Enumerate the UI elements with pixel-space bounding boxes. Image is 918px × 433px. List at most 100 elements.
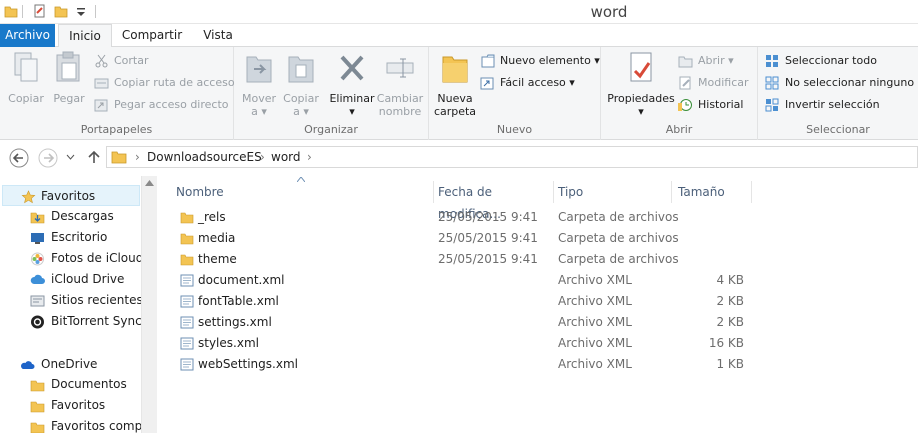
navigation-scrollbar[interactable] [141, 176, 157, 433]
breadcrumb-chevron[interactable]: › [135, 150, 140, 164]
xml-file-icon [180, 358, 194, 371]
group-seleccionar: Seleccionar todo No seleccionar ninguno … [758, 47, 918, 140]
copy-to-button[interactable]: Copiar a ▾ [280, 51, 322, 118]
rename-icon [386, 58, 414, 78]
folder-icon [30, 422, 45, 433]
paste-shortcut-button[interactable]: Pegar acceso directo [94, 96, 229, 114]
address-row: › DownloadsourceES › word › [0, 141, 918, 174]
group-portapapeles: Copiar Pegar Cortar Copiar ruta de acces… [0, 47, 235, 140]
column-header-name[interactable]: Nombre [172, 181, 434, 203]
breadcrumb-chevron[interactable]: › [260, 150, 265, 164]
file-type: Carpeta de archivos [558, 231, 679, 245]
table-row[interactable]: settings.xml Archivo XML 2 KB [160, 312, 760, 333]
breadcrumb-downloadsourcees[interactable]: DownloadsourceES [147, 150, 262, 164]
properties-large-icon [630, 52, 652, 82]
nav-item-descargas[interactable]: Descargas [0, 206, 114, 227]
new-folder-button[interactable]: Nueva carpeta [433, 51, 477, 118]
ribbon: Copiar Pegar Cortar Copiar ruta de acces… [0, 47, 918, 140]
history-icon [678, 99, 692, 111]
paste-icon [56, 51, 80, 82]
copy-to-icon [288, 56, 314, 83]
nav-item-escritorio[interactable]: Escritorio [0, 227, 107, 248]
open-icon [678, 56, 693, 68]
xml-file-icon [180, 295, 194, 308]
nav-onedrive[interactable]: OneDrive [0, 354, 97, 375]
invert-selection-button[interactable]: Invertir selección [765, 96, 880, 114]
breadcrumb-word[interactable]: word [271, 150, 301, 164]
file-name: media [198, 231, 236, 245]
column-header-date[interactable]: Fecha de modifica... [434, 181, 554, 221]
back-arrow-icon[interactable] [9, 148, 29, 168]
breadcrumb-chevron[interactable]: › [307, 150, 312, 164]
nav-favoritos[interactable]: Favoritos [2, 185, 140, 206]
tab-vista[interactable]: Vista [196, 24, 240, 47]
nav-item-fotos-icloud[interactable]: Fotos de iCloud [0, 248, 143, 269]
tab-inicio[interactable]: Inicio [58, 24, 112, 48]
table-row[interactable]: fontTable.xml Archivo XML 2 KB [160, 291, 760, 312]
file-date: 25/05/2015 9:41 [438, 210, 538, 224]
new-item-button[interactable]: Nuevo elemento ▾ [480, 52, 600, 70]
tab-archivo[interactable]: Archivo [0, 24, 55, 47]
group-label-portapapeles: Portapapeles [80, 123, 153, 136]
nav-item-icloud-drive[interactable]: iCloud Drive [0, 269, 124, 290]
folder-icon [180, 233, 194, 245]
forward-arrow-icon[interactable] [38, 148, 58, 168]
column-header-type[interactable]: Tipo [554, 181, 672, 203]
edit-button[interactable]: Modificar [678, 74, 749, 92]
move-to-button[interactable]: Mover a ▾ [238, 51, 280, 118]
file-date: 25/05/2015 9:41 [438, 252, 538, 266]
invert-selection-icon [765, 98, 779, 112]
table-row[interactable]: theme 25/05/2015 9:41 Carpeta de archivos [160, 249, 760, 270]
file-name: styles.xml [198, 336, 259, 350]
group-label-seleccionar: Seleccionar [806, 123, 870, 136]
file-name: theme [198, 252, 237, 266]
file-name: _rels [198, 210, 226, 224]
select-none-button[interactable]: No seleccionar ninguno [765, 74, 914, 92]
downloads-icon [30, 212, 45, 224]
scroll-up-arrow-icon[interactable] [145, 180, 154, 186]
folder-icon [30, 380, 45, 392]
history-button[interactable]: Historial [678, 96, 743, 114]
file-name: settings.xml [198, 315, 272, 329]
recent-places-icon [30, 295, 45, 307]
column-header-size[interactable]: Tamaño [674, 181, 752, 203]
cut-button[interactable]: Cortar [94, 52, 149, 70]
table-row[interactable]: _rels 25/05/2015 9:41 Carpeta de archivos [160, 207, 760, 228]
xml-file-icon [180, 316, 194, 329]
properties-button[interactable]: Propiedades ▾ [607, 51, 675, 118]
rename-button[interactable]: Cambiar nombre [376, 51, 424, 118]
up-arrow-icon[interactable] [86, 149, 102, 165]
address-bar[interactable]: › DownloadsourceES › word › [106, 146, 918, 168]
copy-icon [14, 52, 38, 82]
new-folder-large-icon [442, 56, 468, 83]
new-item-icon [481, 54, 495, 68]
file-size: 16 KB [708, 336, 744, 350]
table-row[interactable]: document.xml Archivo XML 4 KB [160, 270, 760, 291]
recent-locations-chevron-icon[interactable] [66, 154, 75, 161]
open-button[interactable]: Abrir ▾ [678, 52, 734, 70]
delete-x-icon [340, 55, 364, 81]
copy-button[interactable]: Copiar [6, 51, 46, 105]
table-row[interactable]: styles.xml Archivo XML 16 KB [160, 333, 760, 354]
delete-button[interactable]: Eliminar ▾ [328, 51, 376, 118]
nav-item-favoritos-onedrive[interactable]: Favoritos [0, 395, 105, 416]
table-row[interactable]: media 25/05/2015 9:41 Carpeta de archivos [160, 228, 760, 249]
nav-item-documentos[interactable]: Documentos [0, 374, 127, 395]
nav-item-favoritos-compartidos[interactable]: Favoritos compa [0, 416, 150, 433]
move-to-icon [246, 56, 272, 83]
tab-compartir[interactable]: Compartir [116, 24, 188, 47]
paste-shortcut-icon [94, 99, 108, 112]
paste-button[interactable]: Pegar [48, 51, 90, 105]
file-type: Archivo XML [558, 315, 632, 329]
copy-path-icon [94, 78, 109, 89]
group-abrir: Propiedades ▾ Abrir ▾ Modificar Historia… [601, 47, 758, 140]
easy-access-button[interactable]: Fácil acceso ▾ [480, 74, 575, 92]
file-type: Archivo XML [558, 273, 632, 287]
select-all-button[interactable]: Seleccionar todo [765, 52, 877, 70]
copy-path-button[interactable]: Copiar ruta de acceso [94, 74, 235, 92]
nav-item-sitios-recientes[interactable]: Sitios recientes [0, 290, 143, 311]
file-size: 1 KB [716, 357, 744, 371]
nav-item-bittorrent-sync[interactable]: BitTorrent Sync [0, 311, 142, 332]
file-name: document.xml [198, 273, 285, 287]
table-row[interactable]: webSettings.xml Archivo XML 1 KB [160, 354, 760, 375]
